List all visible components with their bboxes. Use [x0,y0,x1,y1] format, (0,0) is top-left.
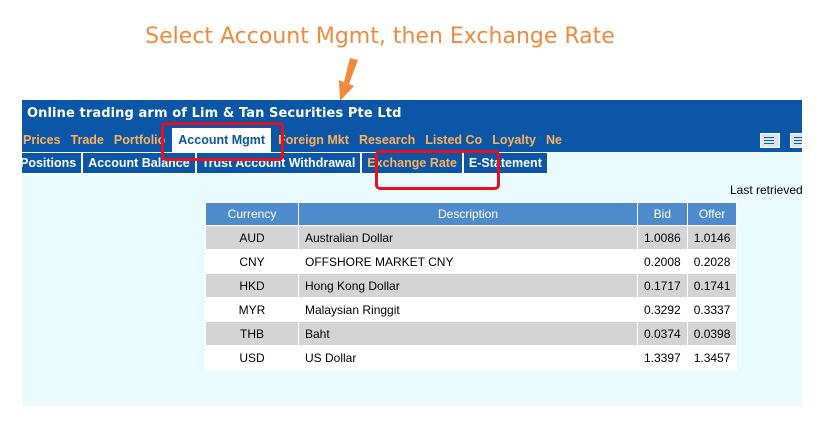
sub-nav-positions[interactable]: Positions [22,152,83,174]
exchange-rate-table: Currency Description Bid Offer AUD Austr… [205,202,738,370]
column-header-currency: Currency [205,202,299,226]
description-cell: Baht [298,321,638,346]
currency-cell: HKD [205,273,299,298]
instruction-caption: Select Account Mgmt, then Exchange Rate [145,24,615,49]
description-cell: OFFSHORE MARKET CNY [298,249,638,274]
bid-cell: 0.3292 [637,297,688,322]
bid-cell: 0.1717 [637,273,688,298]
top-nav-prices[interactable]: Prices [22,128,66,152]
account-mgmt-highlight [161,122,284,161]
table-row: HKD Hong Kong Dollar 0.1717 0.1741 [205,273,738,298]
currency-cell: AUD [205,225,299,250]
table-row: USD US Dollar 1.3397 1.3457 [205,345,738,370]
top-navigation-menu: Prices Trade Portfolio Account Mgmt Fore… [22,128,567,152]
top-navigation-bar: Prices Trade Portfolio Account Mgmt Fore… [22,128,802,152]
column-header-offer: Offer [686,202,738,226]
top-nav-research[interactable]: Research [354,128,420,152]
trading-portal-window: Online trading arm of Lim & Tan Securiti… [22,100,802,406]
bid-cell: 1.0086 [637,225,688,250]
offer-cell: 1.0146 [686,225,738,250]
bid-cell: 0.0374 [637,321,688,346]
table-row: AUD Australian Dollar 1.0086 1.0146 [205,225,738,250]
table-row: THB Baht 0.0374 0.0398 [205,321,738,346]
offer-cell: 1.3457 [686,345,738,370]
table-header-row: Currency Description Bid Offer [205,202,738,226]
offer-cell: 0.3337 [686,297,738,322]
top-nav-listed-co[interactable]: Listed Co [420,128,487,152]
offer-cell: 0.0398 [686,321,738,346]
bid-cell: 0.2008 [637,249,688,274]
top-nav-news[interactable]: Ne [541,128,567,152]
description-cell: US Dollar [298,345,638,370]
currency-cell: USD [205,345,299,370]
currency-cell: CNY [205,249,299,274]
banner-title: Online trading arm of Lim & Tan Securiti… [27,106,402,121]
table-row: MYR Malaysian Ringgit 0.3292 0.3337 [205,297,738,322]
description-cell: Malaysian Ringgit [298,297,638,322]
window-icon[interactable] [790,133,802,148]
column-header-bid: Bid [637,202,688,226]
table-row: CNY OFFSHORE MARKET CNY 0.2008 0.2028 [205,249,738,274]
bid-cell: 1.3397 [637,345,688,370]
offer-cell: 0.2028 [686,249,738,274]
top-nav-loyalty[interactable]: Loyalty [487,128,541,152]
column-header-description: Description [298,202,638,226]
last-retrieved-label: Last retrieved [730,183,802,197]
currency-cell: THB [205,321,299,346]
description-cell: Australian Dollar [298,225,638,250]
arrow-down-icon [339,58,358,101]
header-banner: Online trading arm of Lim & Tan Securiti… [22,100,802,128]
offer-cell: 0.1741 [686,273,738,298]
exchange-rate-highlight [375,150,500,190]
print-icon[interactable] [760,133,780,148]
description-cell: Hong Kong Dollar [298,273,638,298]
top-nav-foreign-mkt[interactable]: Foreign Mkt [273,128,354,152]
currency-cell: MYR [205,297,299,322]
top-nav-trade[interactable]: Trade [66,128,109,152]
